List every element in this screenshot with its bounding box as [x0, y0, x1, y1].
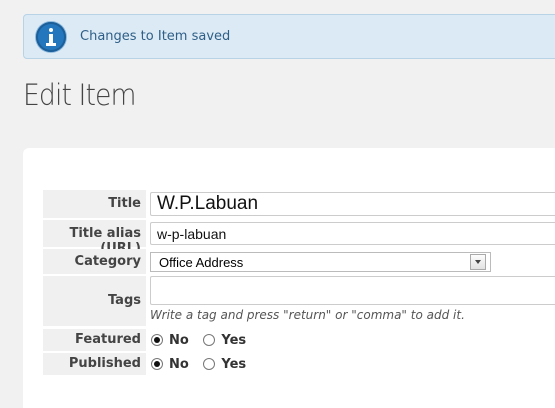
published-label-cell: Published — [43, 353, 146, 375]
save-notice: Changes to Item saved — [23, 14, 555, 59]
published-label: Published — [68, 356, 141, 371]
alias-row: Title alias (URL) — [43, 220, 555, 256]
title-label-cell: Title — [43, 190, 146, 218]
tags-hint: Write a tag and press "return" or "comma… — [150, 308, 465, 322]
featured-row: Featured No Yes — [43, 329, 555, 351]
published-no-label[interactable]: No — [169, 357, 189, 372]
featured-yes-label[interactable]: Yes — [221, 333, 246, 348]
category-label-cell: Category — [43, 249, 146, 274]
title-label: Title — [108, 196, 141, 211]
published-radio-group: No Yes — [151, 357, 256, 372]
featured-radio-group: No Yes — [151, 333, 256, 348]
tags-input[interactable] — [150, 276, 555, 305]
category-select[interactable]: Office Address — [150, 252, 491, 272]
notice-message: Changes to Item saved — [80, 29, 231, 44]
category-selected-value: Office Address — [159, 255, 244, 270]
title-row: Title — [43, 190, 555, 218]
published-no-radio[interactable] — [151, 358, 163, 370]
category-label: Category — [74, 254, 141, 269]
tags-row: Tags Write a tag and press "return" or "… — [43, 276, 555, 326]
featured-no-label[interactable]: No — [169, 333, 189, 348]
featured-no-radio[interactable] — [151, 334, 163, 346]
category-row: Category Office Address — [43, 249, 555, 274]
title-input[interactable] — [150, 192, 555, 216]
published-yes-label[interactable]: Yes — [221, 357, 246, 372]
published-yes-radio[interactable] — [203, 358, 216, 370]
alias-input[interactable] — [150, 222, 555, 245]
featured-label: Featured — [75, 332, 141, 347]
tags-label-cell: Tags — [43, 276, 146, 326]
tags-label: Tags — [107, 293, 141, 308]
featured-yes-radio[interactable] — [203, 334, 216, 346]
chevron-down-icon[interactable] — [470, 254, 486, 270]
published-row: Published No Yes — [43, 353, 555, 375]
featured-label-cell: Featured — [43, 329, 146, 351]
info-icon — [36, 22, 66, 52]
alias-label-cell: Title alias (URL) — [43, 220, 146, 256]
page-title: Edit Item — [23, 78, 137, 112]
